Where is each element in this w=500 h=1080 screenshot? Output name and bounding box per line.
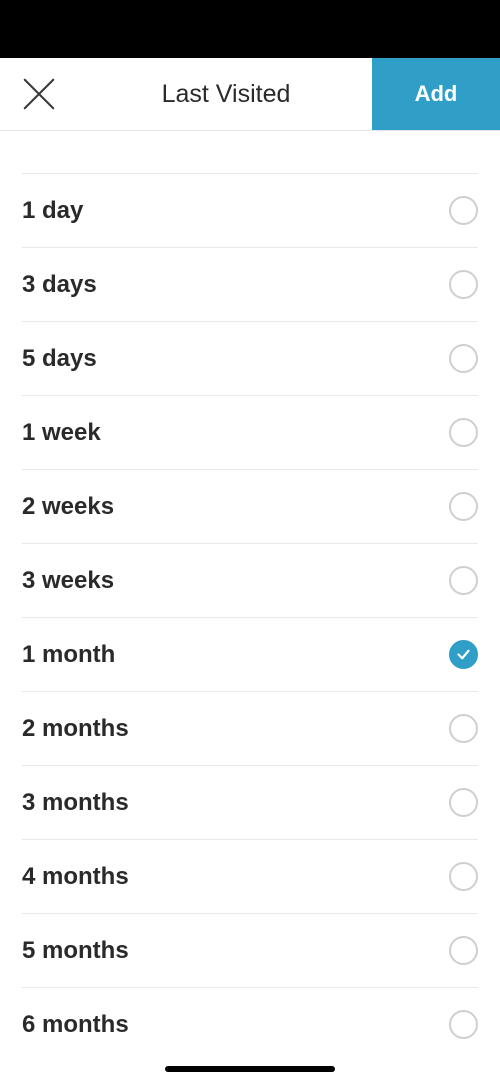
option-label: 3 weeks xyxy=(22,567,114,595)
option-label: 1 day xyxy=(22,197,83,225)
option-label: 3 days xyxy=(22,271,97,299)
option-list: 1 day 3 days 5 days 1 week 2 weeks 3 weeks 1 m… xyxy=(0,131,500,1061)
radio-unselected[interactable] xyxy=(449,566,478,595)
page-title: Last Visited xyxy=(80,58,372,130)
check-icon xyxy=(456,647,471,662)
radio-unselected[interactable] xyxy=(449,936,478,965)
radio-unselected[interactable] xyxy=(449,196,478,225)
home-indicator xyxy=(165,1066,335,1072)
option-row[interactable]: 1 week xyxy=(22,395,478,469)
radio-unselected[interactable] xyxy=(449,418,478,447)
close-button[interactable] xyxy=(0,58,80,130)
option-label: 6 months xyxy=(22,1011,129,1039)
header: Last Visited Add xyxy=(0,58,500,131)
radio-unselected[interactable] xyxy=(449,1010,478,1039)
option-row[interactable]: 6 months xyxy=(22,987,478,1061)
radio-unselected[interactable] xyxy=(449,344,478,373)
radio-unselected[interactable] xyxy=(449,270,478,299)
option-row[interactable]: 2 weeks xyxy=(22,469,478,543)
option-row[interactable]: 5 days xyxy=(22,321,478,395)
add-button[interactable]: Add xyxy=(372,58,500,130)
option-label: 5 months xyxy=(22,937,129,965)
option-label: 2 weeks xyxy=(22,493,114,521)
option-label: 1 week xyxy=(22,419,101,447)
radio-unselected[interactable] xyxy=(449,714,478,743)
option-label: 4 months xyxy=(22,863,129,891)
option-row[interactable]: 3 days xyxy=(22,247,478,321)
option-row[interactable]: 3 weeks xyxy=(22,543,478,617)
close-icon xyxy=(20,75,58,113)
option-label: 2 months xyxy=(22,715,129,743)
radio-unselected[interactable] xyxy=(449,788,478,817)
option-label: 5 days xyxy=(22,345,97,373)
radio-selected[interactable] xyxy=(449,640,478,669)
radio-unselected[interactable] xyxy=(449,492,478,521)
option-row[interactable]: 5 months xyxy=(22,913,478,987)
option-row[interactable]: 3 months xyxy=(22,765,478,839)
status-bar xyxy=(0,0,500,58)
option-label: 1 month xyxy=(22,641,115,669)
option-row[interactable]: 1 month xyxy=(22,617,478,691)
option-row[interactable]: 4 months xyxy=(22,839,478,913)
option-row[interactable]: 2 months xyxy=(22,691,478,765)
radio-unselected[interactable] xyxy=(449,862,478,891)
option-label: 3 months xyxy=(22,789,129,817)
option-row[interactable]: 1 day xyxy=(22,173,478,247)
